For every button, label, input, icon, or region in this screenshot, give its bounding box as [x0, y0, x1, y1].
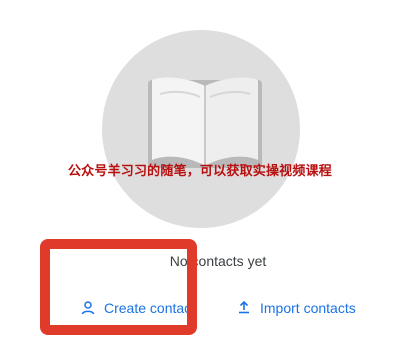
contacts-empty-state-page: 公众号羊习习的随笔，可以获取实操视频课程 No contacts yet Cre… [0, 0, 400, 360]
import-contacts-button[interactable]: Import contacts [236, 298, 356, 318]
import-contacts-label: Import contacts [260, 300, 356, 316]
empty-state-message: No contacts yet [169, 253, 267, 269]
watermark-text: 公众号羊习习的随笔，可以获取实操视频课程 [67, 163, 332, 178]
person-outline-icon [80, 300, 96, 316]
upload-icon [236, 300, 252, 316]
create-contact-button[interactable]: Create contact [80, 298, 195, 318]
create-contact-label: Create contact [104, 300, 196, 316]
